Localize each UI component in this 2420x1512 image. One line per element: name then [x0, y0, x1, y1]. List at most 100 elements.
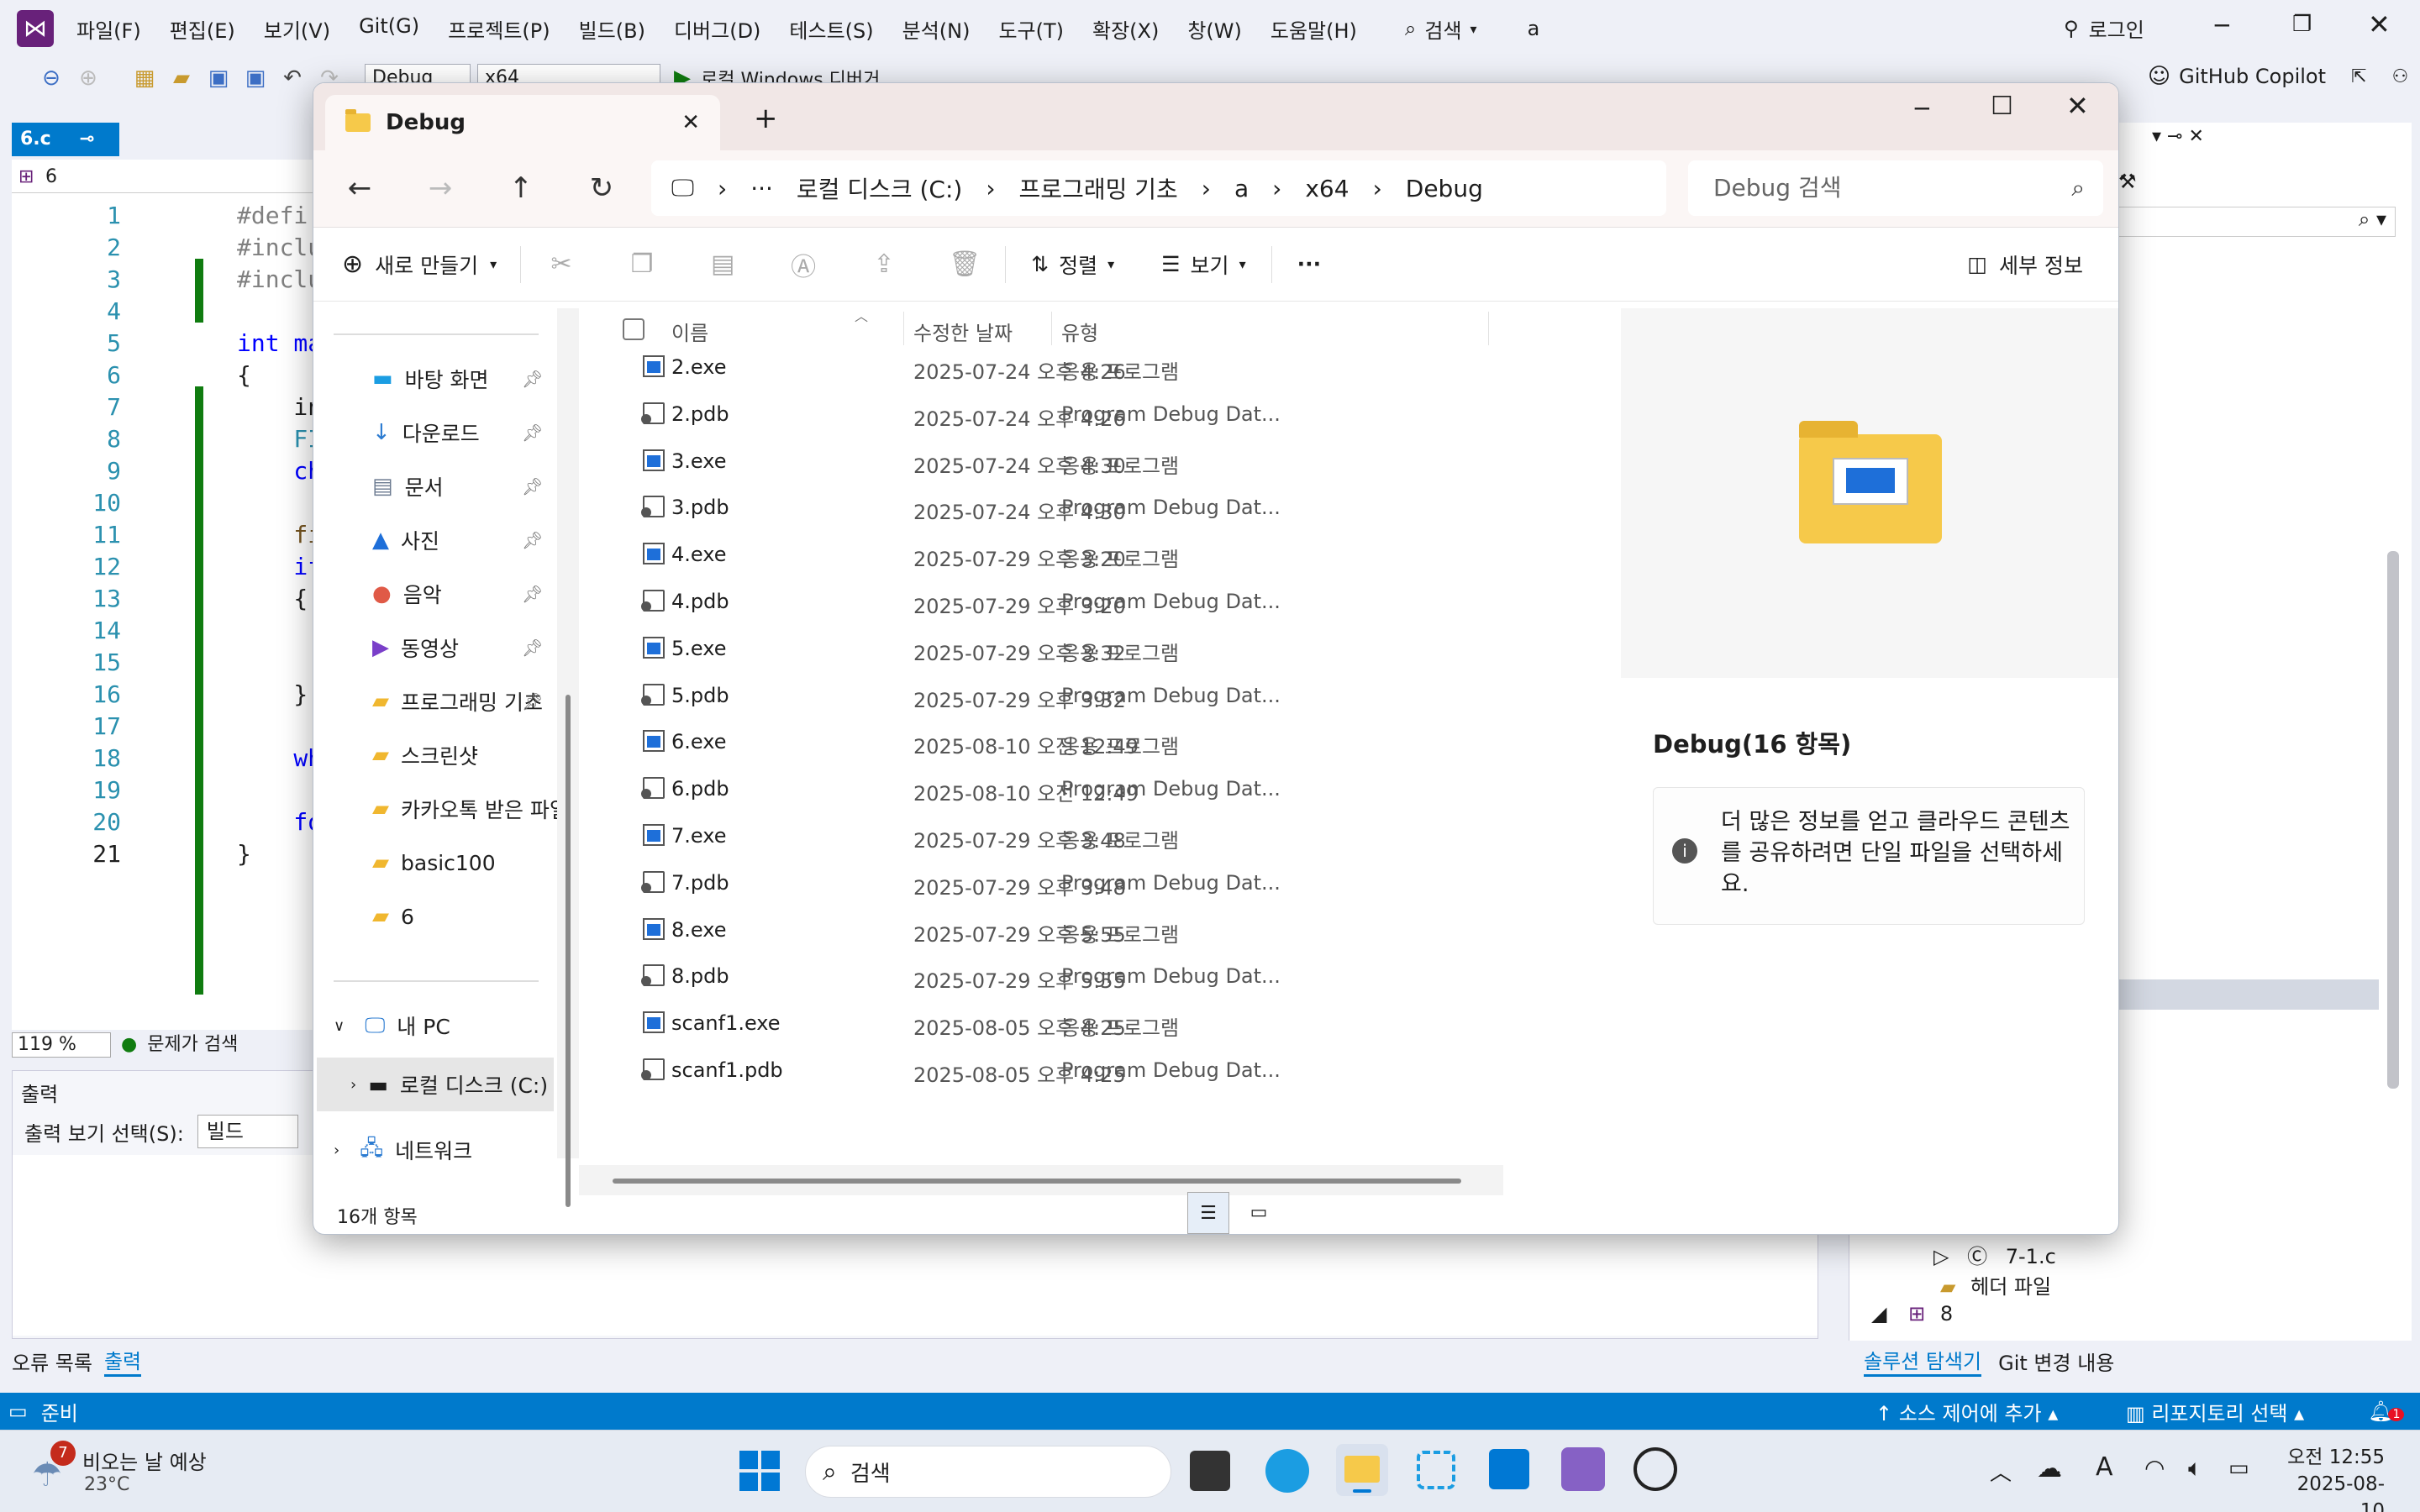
weather-widget[interactable]: ☂ 7 비오는 날 예상 23°C	[25, 1441, 260, 1499]
breadcrumb-item[interactable]: x64	[1305, 175, 1349, 202]
copilot-button[interactable]: ☺ GitHub Copilot ⇱ ⚇	[2148, 64, 2408, 89]
undo-icon[interactable]: ↶	[280, 66, 305, 91]
file-row[interactable]: 4.exe 2025-07-29 오후 3:20 응용 프로그램	[579, 531, 1503, 578]
forward-arrow-icon[interactable]: →	[419, 167, 461, 209]
code-line[interactable]: 14	[12, 615, 314, 647]
code-line[interactable]: 13 {	[12, 583, 314, 615]
menu-item[interactable]: 테스트(S)	[775, 14, 887, 44]
onedrive-icon[interactable]: ☁	[2037, 1454, 2062, 1483]
code-line[interactable]: 10	[12, 487, 314, 519]
pin-icon[interactable]: ▾ ⊸ ✕	[2152, 126, 2204, 147]
vs-search[interactable]: ⌕ 검색 ▾ a	[1405, 14, 1539, 44]
back-icon[interactable]: ⊖	[39, 66, 64, 91]
pin-icon[interactable]: ⊸	[79, 129, 94, 150]
forward-icon[interactable]: ⊕	[76, 66, 101, 91]
solution-item-project[interactable]: ◢ ⊞ 8	[1871, 1302, 1953, 1326]
code-line[interactable]: 17	[12, 711, 314, 743]
tab-output[interactable]: 출력	[103, 1345, 142, 1377]
nav-scrollbar[interactable]	[557, 308, 579, 1207]
code-line[interactable]: 18 wh	[12, 743, 322, 774]
visual-studio-icon[interactable]	[1561, 1447, 1605, 1491]
vs-close-button[interactable]: ✕	[2368, 8, 2391, 40]
new-tab-button[interactable]: +	[754, 102, 778, 135]
vs-minimize-button[interactable]: ─	[2215, 12, 2229, 39]
nav-item-local-disk[interactable]: › ▬ 로컬 디스크 (C:)	[317, 1058, 554, 1111]
nav-item-my-pc[interactable]: ∨ 🖵︎ 내 PC	[334, 1009, 552, 1042]
file-row[interactable]: scanf1.pdb 2025-08-05 오후 4:25 Program Debu…	[579, 1047, 1503, 1094]
details-view-icon[interactable]: ☰	[1187, 1192, 1229, 1234]
sort-button[interactable]: ⇅ 정렬 ▾	[1031, 249, 1114, 280]
explorer-maximize-button[interactable]: ☐	[1991, 92, 2013, 121]
refresh-icon[interactable]: ↻	[581, 167, 623, 209]
menu-item[interactable]: 편집(E)	[155, 14, 250, 44]
menu-item[interactable]: 보기(V)	[250, 14, 345, 44]
menu-item[interactable]: Git(G)	[345, 14, 434, 44]
vs-restore-button[interactable]: ❐	[2292, 12, 2312, 37]
explorer-search-input[interactable]: Debug 검색 ⌕	[1688, 160, 2103, 216]
store-icon[interactable]	[1489, 1449, 1529, 1489]
tab-solution-explorer[interactable]: 솔루션 탐색기	[1864, 1345, 1982, 1377]
cut-icon[interactable]: ✂	[544, 249, 578, 279]
more-options-button[interactable]: ···	[1297, 252, 1322, 276]
view-button[interactable]: ☰ 보기 ▾	[1161, 249, 1245, 280]
explorer-minimize-button[interactable]: ─	[1915, 95, 1929, 123]
file-row[interactable]: 5.pdb 2025-07-29 오후 3:32 Program Debug Dat…	[579, 672, 1503, 719]
code-line[interactable]: 11 fi	[12, 519, 322, 551]
new-project-icon[interactable]: ▦	[132, 66, 157, 91]
snipping-tool-icon[interactable]	[1417, 1451, 1455, 1489]
chevron-up-icon[interactable]: ︿	[1990, 1456, 2012, 1487]
horizontal-scrollbar[interactable]	[579, 1165, 1503, 1195]
file-row[interactable]: 7.exe 2025-07-29 오후 3:48 응용 프로그램	[579, 812, 1503, 859]
code-line[interactable]: 19	[12, 774, 314, 806]
login-button[interactable]: ⚲ 로그인	[2064, 13, 2144, 43]
editor-nav-combo[interactable]: ⊞ 6	[12, 161, 314, 193]
tab-git-changes[interactable]: Git 변경 내용	[1998, 1347, 2114, 1376]
code-line[interactable]: 1 #defi	[12, 200, 314, 232]
file-row[interactable]: scanf1.exe 2025-08-05 오후 4:25 응용 프로그램	[579, 1000, 1503, 1047]
nav-item[interactable]: ▰ 스크린샷	[372, 738, 557, 772]
explorer-tab[interactable]: Debug ✕	[325, 95, 720, 150]
zoom-combo[interactable]: 119 %	[12, 1032, 111, 1058]
close-tab-icon[interactable]: ✕	[681, 110, 700, 135]
breadcrumb-item[interactable]: a	[1234, 175, 1249, 202]
open-icon[interactable]: ▰	[169, 66, 194, 91]
new-button[interactable]: ⊕ 새로 만들기 ▾	[342, 249, 497, 280]
select-all-checkbox[interactable]	[623, 318, 644, 340]
code-line[interactable]: 12 if	[12, 551, 322, 583]
code-line[interactable]: 4	[12, 296, 314, 328]
battery-icon[interactable]: ▭	[2228, 1456, 2249, 1481]
nav-item[interactable]: ▰ basic100	[372, 846, 557, 879]
solution-item-headers[interactable]: ▰ 헤더 파일	[1940, 1270, 2051, 1299]
breadcrumb-item[interactable]: Debug	[1406, 175, 1483, 202]
column-type[interactable]: 유형	[1061, 317, 1098, 346]
file-row[interactable]: 3.pdb 2025-07-24 오후 4:30 Program Debug Dat…	[579, 484, 1503, 531]
file-row[interactable]: 2.exe 2025-07-24 오후 4:26 응용 프로그램	[579, 344, 1503, 391]
breadcrumb-item[interactable]: 프로그래밍 기초	[1019, 171, 1178, 205]
select-repo-button[interactable]: ▥ 리포지토리 선택 ▴	[2126, 1397, 2304, 1426]
file-row[interactable]: 5.exe 2025-07-29 오후 3:32 응용 프로그램	[579, 625, 1503, 672]
menu-item[interactable]: 창(W)	[1173, 14, 1256, 44]
save-all-icon[interactable]: ▣	[243, 66, 268, 91]
taskbar-search[interactable]: ⌕ 검색	[805, 1446, 1171, 1498]
bell-icon[interactable]: 🔔︎1	[2368, 1399, 2405, 1423]
start-icon[interactable]	[739, 1451, 780, 1491]
ime-icon[interactable]: A	[2096, 1452, 2113, 1482]
menu-item[interactable]: 확장(X)	[1078, 14, 1173, 44]
save-icon[interactable]: ▣	[206, 66, 231, 91]
file-row[interactable]: 8.exe 2025-07-29 오후 5:55 응용 프로그램	[579, 906, 1503, 953]
file-row[interactable]: 4.pdb 2025-07-29 오후 3:20 Program Debug Dat…	[579, 578, 1503, 625]
chatgpt-icon[interactable]	[1634, 1447, 1677, 1491]
file-row[interactable]: 6.exe 2025-08-10 오전 12:49 응용 프로그램	[579, 718, 1503, 765]
menu-item[interactable]: 프로젝트(P)	[434, 14, 565, 44]
menu-item[interactable]: 분석(N)	[888, 14, 985, 44]
file-row[interactable]: 8.pdb 2025-07-29 오후 5:55 Program Debug Dat…	[579, 953, 1503, 1000]
code-line[interactable]: 7 in	[12, 391, 322, 423]
rename-icon[interactable]: Ⓐ	[786, 246, 820, 283]
back-arrow-icon[interactable]: ←	[339, 167, 381, 209]
clock[interactable]: 오전 12:55 2025-08-10	[2275, 1444, 2385, 1512]
code-line[interactable]: 5 int ma	[12, 328, 322, 360]
code-line[interactable]: 8 FI	[12, 423, 322, 455]
code-editor[interactable]: 1 #defi 2 #inclu 3 #inclu 4 5 int ma 6{7 in 8 FI 9 …	[12, 160, 322, 1058]
output-select[interactable]: 빌드	[197, 1115, 298, 1148]
code-line[interactable]: 15	[12, 647, 314, 679]
